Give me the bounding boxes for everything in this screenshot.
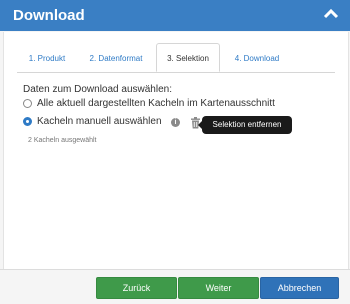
selection-lead: Daten zum Download auswählen:	[23, 84, 172, 95]
back-button[interactable]: Zurück	[96, 277, 177, 299]
panel-title: Download	[13, 7, 85, 24]
download-panel: Download 1. Produkt 2. Datenformat 3. Se…	[0, 0, 350, 304]
info-icon[interactable]: i	[171, 118, 180, 127]
tab-produkt[interactable]: 1. Produkt	[17, 44, 77, 71]
tab-datenformat[interactable]: 2. Datenformat	[79, 44, 153, 71]
option-all-tiles-label[interactable]: Alle aktuell dargestellten Kacheln im Ka…	[37, 98, 275, 109]
chevron-up-icon[interactable]	[323, 6, 339, 22]
cancel-button[interactable]: Abbrechen	[260, 277, 339, 299]
radio-all-tiles[interactable]	[23, 99, 32, 108]
tab-download[interactable]: 4. Download	[220, 44, 294, 71]
radio-manual-tiles[interactable]	[23, 117, 32, 126]
selected-count: 2 Kacheln ausgewählt	[28, 137, 97, 144]
panel-content: 1. Produkt 2. Datenformat 3. Selektion 4…	[3, 32, 349, 269]
next-button[interactable]: Weiter	[178, 277, 259, 299]
option-manual-tiles-label[interactable]: Kacheln manuell auswählen	[37, 116, 162, 127]
panel-header[interactable]: Download	[0, 0, 350, 31]
wizard-tabs: 1. Produkt 2. Datenformat 3. Selektion 4…	[17, 43, 335, 73]
panel-footer: Zurück Weiter Abbrechen	[0, 269, 350, 304]
tab-selektion[interactable]: 3. Selektion	[156, 43, 220, 72]
remove-selection-tooltip: Selektion entfernen	[198, 116, 292, 134]
